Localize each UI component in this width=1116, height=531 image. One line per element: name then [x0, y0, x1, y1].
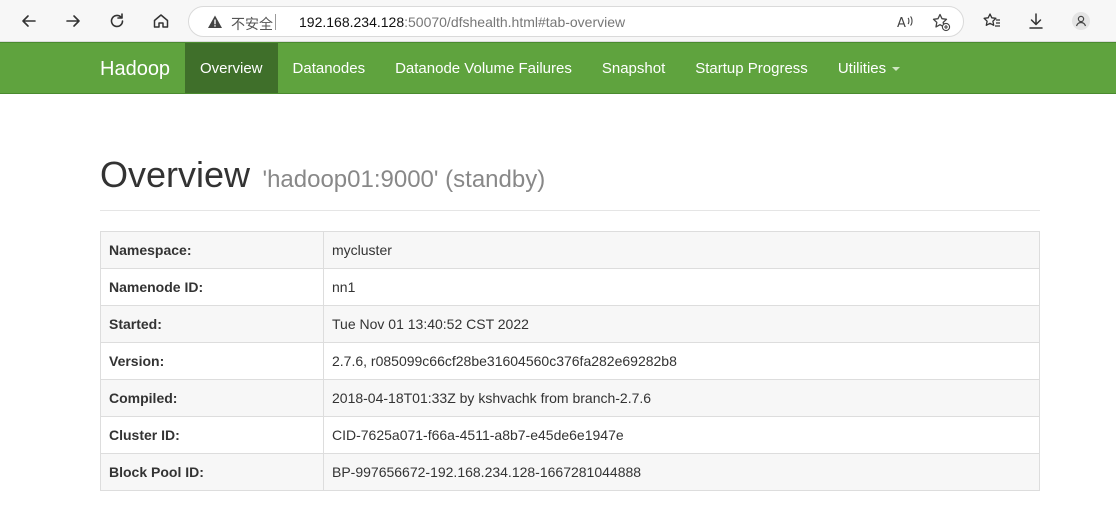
row-key: Namenode ID: — [100, 268, 324, 306]
table-row: Namespace: mycluster — [100, 231, 1040, 269]
row-key: Block Pool ID: — [100, 453, 324, 491]
tab-utilities-label: Utilities — [837, 59, 887, 77]
home-icon[interactable] — [146, 6, 176, 36]
overview-section: Overview 'hadoop01:9000' (standby) Names… — [100, 94, 1040, 491]
profile-icon[interactable] — [1066, 6, 1096, 36]
table-row: Namenode ID: nn1 — [100, 268, 1040, 306]
add-favorite-icon[interactable] — [931, 12, 951, 32]
security-label[interactable]: 不安全 — [231, 14, 273, 34]
row-value: mycluster — [323, 231, 1040, 269]
tab-utilities[interactable]: Utilities — [823, 43, 915, 93]
row-value: nn1 — [323, 268, 1040, 306]
hadoop-navbar: Hadoop Overview Datanodes Datanode Volum… — [0, 42, 1116, 94]
tab-overview[interactable]: Overview — [185, 43, 278, 93]
caret-down-icon — [892, 67, 901, 71]
brand-logo[interactable]: Hadoop — [100, 58, 170, 81]
favorites-icon[interactable] — [977, 6, 1007, 36]
row-key: Cluster ID: — [100, 416, 324, 454]
tab-startup-progress[interactable]: Startup Progress — [680, 43, 823, 93]
address-divider — [275, 14, 276, 30]
row-value: BP-997656672-192.168.234.128-16672810448… — [323, 453, 1040, 491]
page-title: Overview — [100, 154, 251, 195]
back-icon[interactable] — [14, 6, 44, 36]
table-row: Compiled: 2018-04-18T01:33Z by kshvachk … — [100, 379, 1040, 417]
row-key: Version: — [100, 342, 324, 380]
row-value: 2018-04-18T01:33Z by kshvachk from branc… — [323, 379, 1040, 417]
row-key: Namespace: — [100, 231, 324, 269]
tab-snapshot[interactable]: Snapshot — [587, 43, 680, 93]
row-value: 2.7.6, r085099c66cf28be31604560c376fa282… — [323, 342, 1040, 380]
url-text[interactable]: 192.168.234.128:50070/dfshealth.html#tab… — [299, 14, 625, 30]
row-key: Started: — [100, 305, 324, 343]
page-header: Overview 'hadoop01:9000' (standby) — [100, 154, 1040, 211]
tab-datanode-volume-failures[interactable]: Datanode Volume Failures — [380, 43, 587, 93]
svg-text:A: A — [897, 16, 906, 31]
url-path: :50070/dfshealth.html#tab-overview — [404, 14, 626, 30]
overview-table: Namespace: mycluster Namenode ID: nn1 St… — [100, 231, 1040, 491]
table-row: Started: Tue Nov 01 13:40:52 CST 2022 — [100, 305, 1040, 343]
warning-icon[interactable] — [207, 14, 223, 30]
row-key: Compiled: — [100, 379, 324, 417]
read-aloud-icon[interactable]: A — [895, 12, 915, 32]
reload-icon[interactable] — [102, 6, 132, 36]
url-host: 192.168.234.128 — [299, 14, 405, 30]
browser-toolbar: 不安全 192.168.234.128:50070/dfshealth.html… — [0, 0, 1116, 42]
row-value: CID-7625a071-f66a-4511-a8b7-e45de6e1947e — [323, 416, 1040, 454]
nav-tabs: Overview Datanodes Datanode Volume Failu… — [185, 43, 915, 93]
page-subtitle: 'hadoop01:9000' (standby) — [262, 166, 546, 193]
forward-icon[interactable] — [58, 6, 88, 36]
tab-datanodes[interactable]: Datanodes — [278, 43, 381, 93]
downloads-icon[interactable] — [1021, 6, 1051, 36]
address-bar[interactable]: 不安全 192.168.234.128:50070/dfshealth.html… — [188, 6, 964, 37]
table-row: Version: 2.7.6, r085099c66cf28be31604560… — [100, 342, 1040, 380]
row-value: Tue Nov 01 13:40:52 CST 2022 — [323, 305, 1040, 343]
table-row: Block Pool ID: BP-997656672-192.168.234.… — [100, 453, 1040, 491]
table-row: Cluster ID: CID-7625a071-f66a-4511-a8b7-… — [100, 416, 1040, 454]
